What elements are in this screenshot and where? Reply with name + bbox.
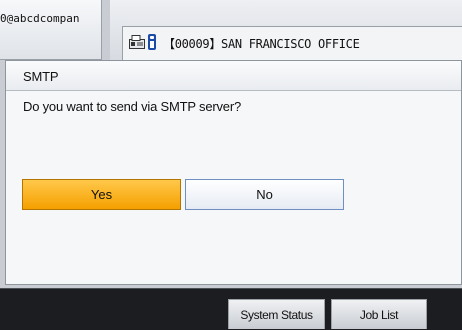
info-icon: [148, 34, 156, 50]
dialog-message: Do you want to send via SMTP server?: [23, 99, 241, 114]
address-panel[interactable]: 0@abcdcompan: [0, 0, 102, 60]
destination-text: 【00009】SAN FRANCISCO OFFICE: [163, 37, 360, 51]
address-text: 0@abcdcompan: [0, 12, 80, 25]
dialog-title: SMTP: [23, 69, 59, 84]
destination-panel: 【00009】SAN FRANCISCO OFFICE: [110, 0, 462, 60]
system-status-button[interactable]: System Status: [228, 299, 325, 329]
dialog-header: SMTP: [6, 61, 461, 91]
smtp-dialog: SMTP Do you want to send via SMTP server…: [5, 60, 462, 285]
job-list-button[interactable]: Job List: [331, 299, 427, 329]
yes-button[interactable]: Yes: [22, 179, 181, 210]
screen: 0@abcdcompan 【00009】SAN FRANCISCO OFFICE…: [0, 0, 462, 330]
no-button[interactable]: No: [185, 179, 344, 210]
bottom-status-bar: System Status Job List: [0, 288, 462, 330]
fax-icon: [129, 35, 145, 49]
destination-field[interactable]: 【00009】SAN FRANCISCO OFFICE: [122, 26, 462, 60]
